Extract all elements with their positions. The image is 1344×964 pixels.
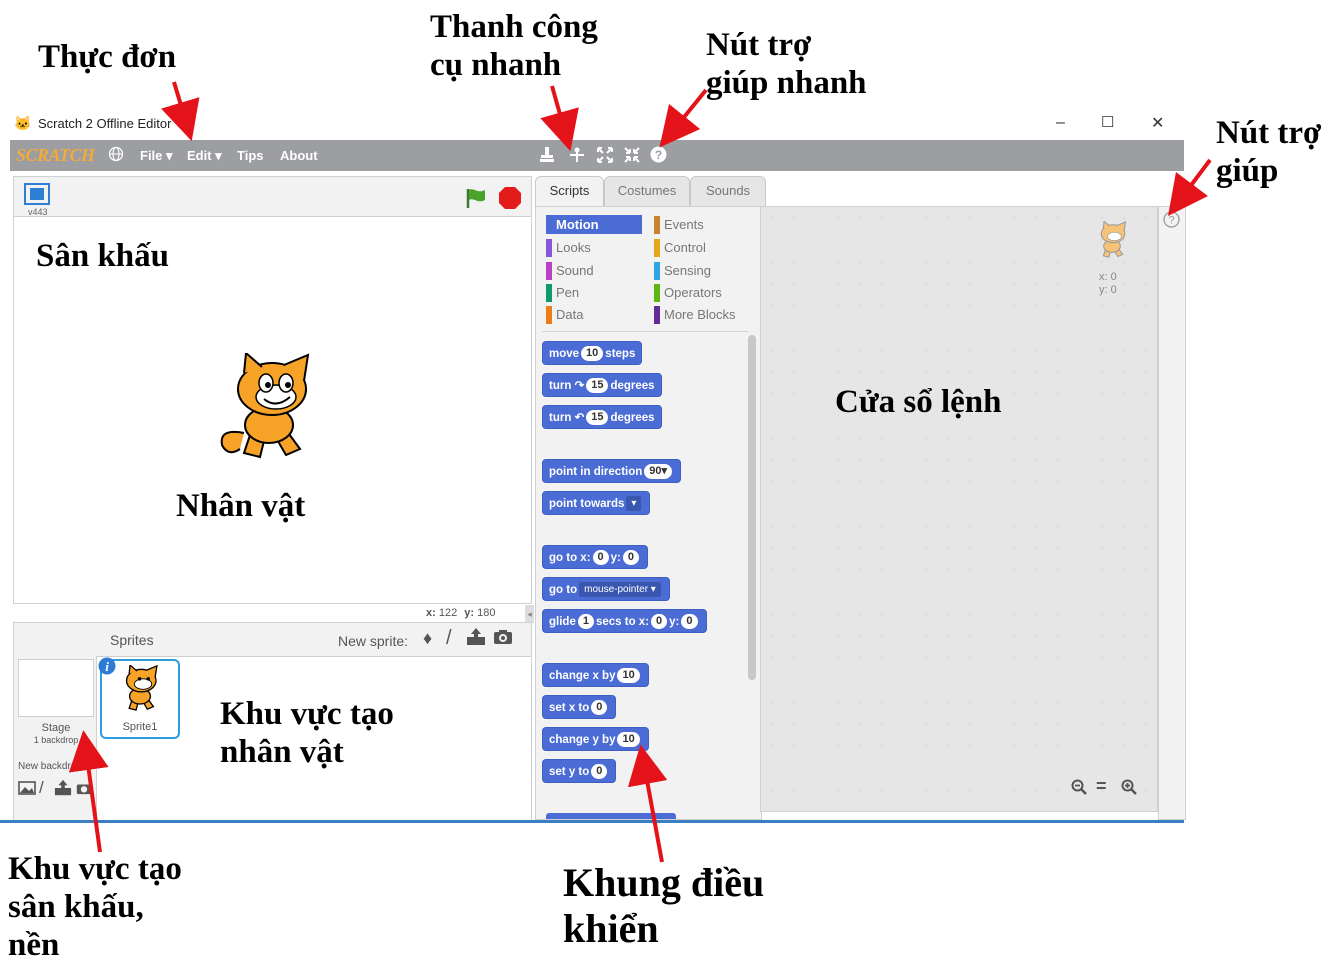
arrow-quick-help [659, 88, 708, 148]
arrow-stage-area [68, 730, 109, 853]
arrow-toolbar [540, 85, 579, 152]
arrow-menu [161, 81, 200, 142]
arrow-help [1168, 158, 1212, 216]
arrow-palette [627, 744, 668, 863]
annotation-arrows [68, 81, 1212, 863]
